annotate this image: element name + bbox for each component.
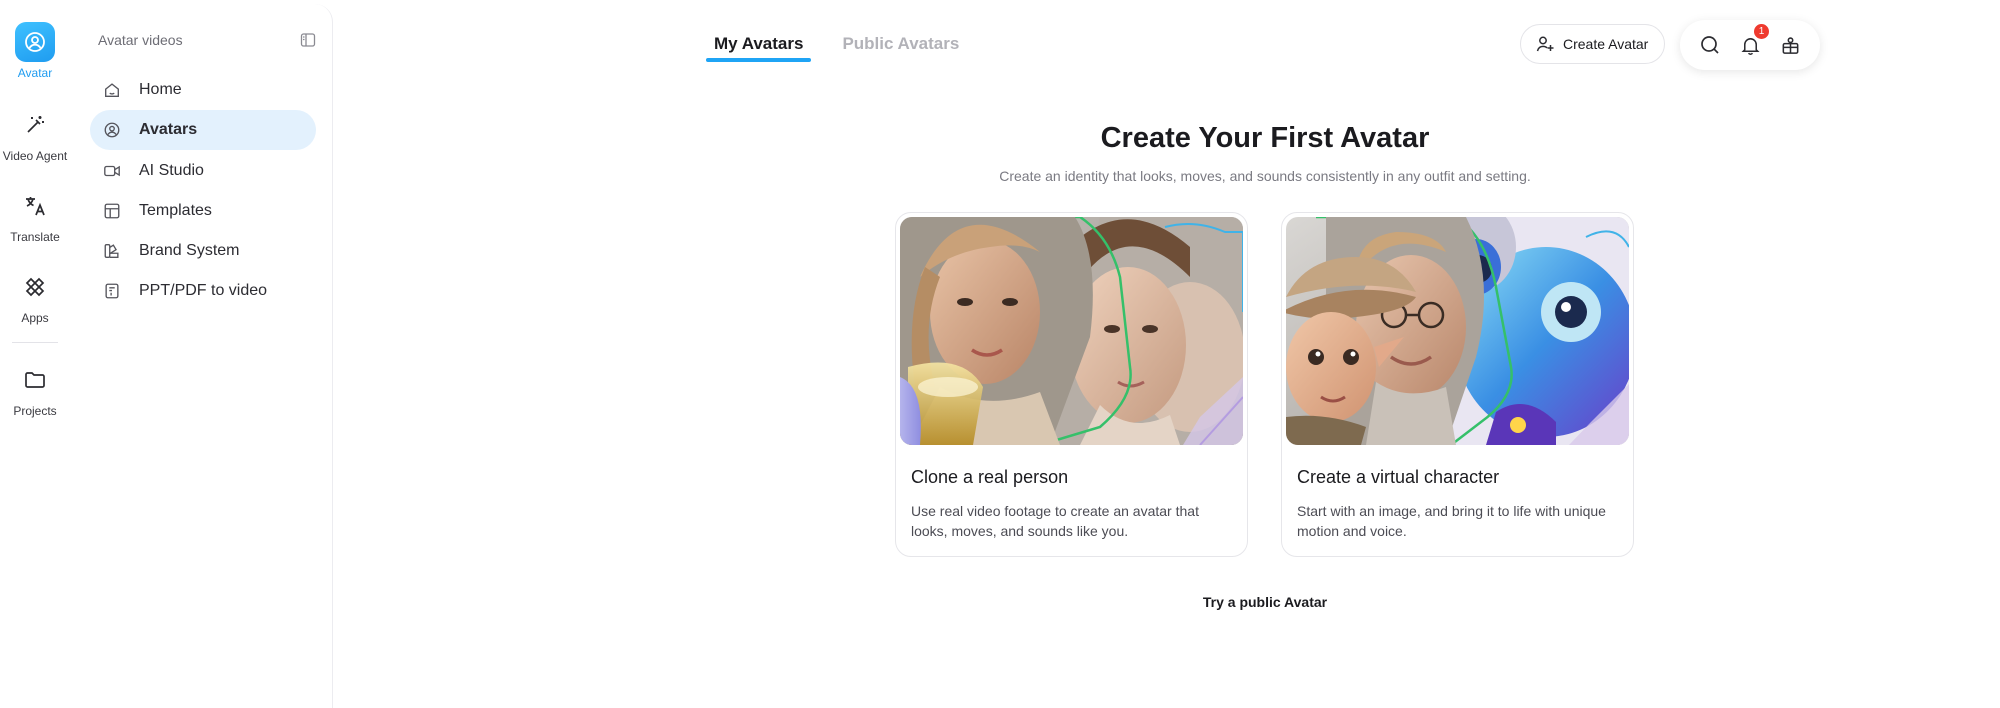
rail-label: Avatar (17, 66, 53, 80)
header-actions: 1 (1680, 20, 1820, 70)
sidebar-item-templates[interactable]: Templates (90, 191, 316, 231)
tab-my-avatars[interactable]: My Avatars (706, 30, 812, 62)
translate-icon (15, 186, 55, 226)
rail-item-avatar[interactable]: Avatar (0, 22, 70, 80)
page-title: Create Your First Avatar (1100, 122, 1430, 154)
tab-public-avatars[interactable]: Public Avatars (834, 30, 967, 62)
home-icon (102, 80, 122, 100)
rail-item-apps[interactable]: Apps (0, 267, 70, 325)
brand-system-icon (102, 241, 122, 261)
add-user-icon (1535, 34, 1555, 54)
rail-label: Apps (21, 311, 49, 325)
sidebar-item-home[interactable]: Home (90, 70, 316, 110)
avatar-tabs: My Avatars Public Avatars (706, 30, 967, 62)
card-title: Create a virtual character (1297, 467, 1500, 487)
folder-icon (15, 360, 55, 400)
notifications-bell-icon[interactable]: 1 (1735, 24, 1769, 60)
sidebar-item-brand-system[interactable]: Brand System (90, 231, 316, 271)
rail-label: Translate (10, 230, 60, 244)
sidebar-collapse-icon[interactable] (298, 30, 318, 50)
document-icon (102, 281, 122, 301)
templates-icon (102, 201, 122, 221)
sidebar-item-label: PPT/PDF to video (139, 282, 268, 300)
create-avatar-label: Create Avatar (1563, 36, 1649, 52)
sidebar-item-ppt-pdf-to-video[interactable]: PPT/PDF to video (90, 271, 316, 311)
rail-item-translate[interactable]: Translate (0, 186, 70, 244)
try-public-avatar-link[interactable]: Try a public Avatar (0, 594, 2000, 610)
sidebar-item-label: Home (139, 81, 182, 98)
sidebar-item-label: Templates (139, 201, 212, 219)
rail-label: Projects (13, 404, 57, 418)
sidebar-header: Avatar videos (98, 30, 318, 50)
sidebar-item-label: Brand System (139, 242, 240, 260)
sidebar-nav: Home Avatars AI Studio Templates Brand S… (90, 70, 316, 312)
card-title: Clone a real person (911, 467, 1069, 487)
avatar-icon (15, 22, 55, 62)
rail-item-projects[interactable]: Projects (0, 360, 70, 418)
create-virtual-character-image (1286, 217, 1629, 445)
page-subtitle: Create an identity that looks, moves, an… (999, 168, 1531, 184)
apps-icon (15, 267, 55, 307)
create-avatar-button[interactable]: Create Avatar (1520, 24, 1666, 64)
gift-icon[interactable] (1775, 30, 1805, 60)
clone-real-person-image (900, 217, 1243, 445)
clone-real-person-card[interactable]: Clone a real person Use real video foota… (895, 212, 1248, 557)
sidebar-title: Avatar videos (98, 32, 183, 48)
notification-badge: 1 (1754, 24, 1769, 39)
card-description: Start with an image, and bring it to lif… (1297, 503, 1606, 539)
card-description: Use real video footage to create an avat… (911, 503, 1199, 539)
rail-divider (12, 342, 58, 343)
create-virtual-character-card[interactable]: Create a virtual character Start with an… (1281, 212, 1634, 557)
search-icon[interactable] (1695, 30, 1725, 60)
